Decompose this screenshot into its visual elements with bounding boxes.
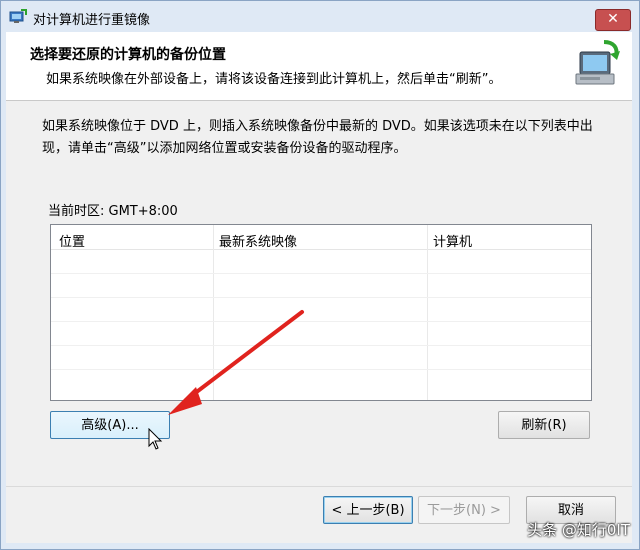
list-gridline [51, 345, 591, 346]
mouse-cursor-icon [148, 428, 163, 450]
column-header-latest-image: 最新系统映像 [219, 235, 298, 250]
column-latest-image[interactable]: 最新系统映像 [213, 225, 428, 400]
refresh-button[interactable]: 刷新(R) [498, 411, 590, 439]
page-title: 选择要还原的计算机的备份位置 [30, 47, 226, 63]
close-icon: ✕ [607, 11, 619, 27]
backup-restore-computer-icon [575, 40, 620, 85]
restore-app-icon [9, 9, 27, 23]
list-gridline [51, 297, 591, 298]
list-gridline [51, 321, 591, 322]
title-bar[interactable]: 对计算机进行重镜像 ✕ [1, 1, 639, 33]
column-location[interactable]: 位置 [51, 225, 214, 400]
watermark-text: 头条 @知行0IT [527, 521, 630, 539]
back-button[interactable]: < 上一步(B) [323, 496, 413, 524]
next-button[interactable]: 下一步(N) > [418, 496, 510, 524]
window-title: 对计算机进行重镜像 [33, 13, 151, 28]
close-button[interactable]: ✕ [595, 9, 631, 31]
column-header-computer: 计算机 [433, 235, 473, 250]
list-gridline [51, 273, 591, 274]
list-gridline [51, 369, 591, 370]
column-header-location: 位置 [59, 235, 86, 250]
instructions-text: 如果系统映像位于 DVD 上，则插入系统映像备份中最新的 DVD。如果该选项未在… [42, 119, 593, 156]
page-subtitle: 如果系统映像在外部设备上，请将该设备连接到此计算机上，然后单击“刷新”。 [46, 72, 502, 87]
backup-location-list[interactable]: 位置 最新系统映像 计算机 [50, 224, 592, 401]
timezone-label: 当前时区: GMT+8:00 [48, 204, 178, 219]
column-computer[interactable]: 计算机 [427, 225, 590, 400]
wizard-header: 选择要还原的计算机的备份位置 如果系统映像在外部设备上，请将该设备连接到此计算机… [6, 32, 632, 101]
